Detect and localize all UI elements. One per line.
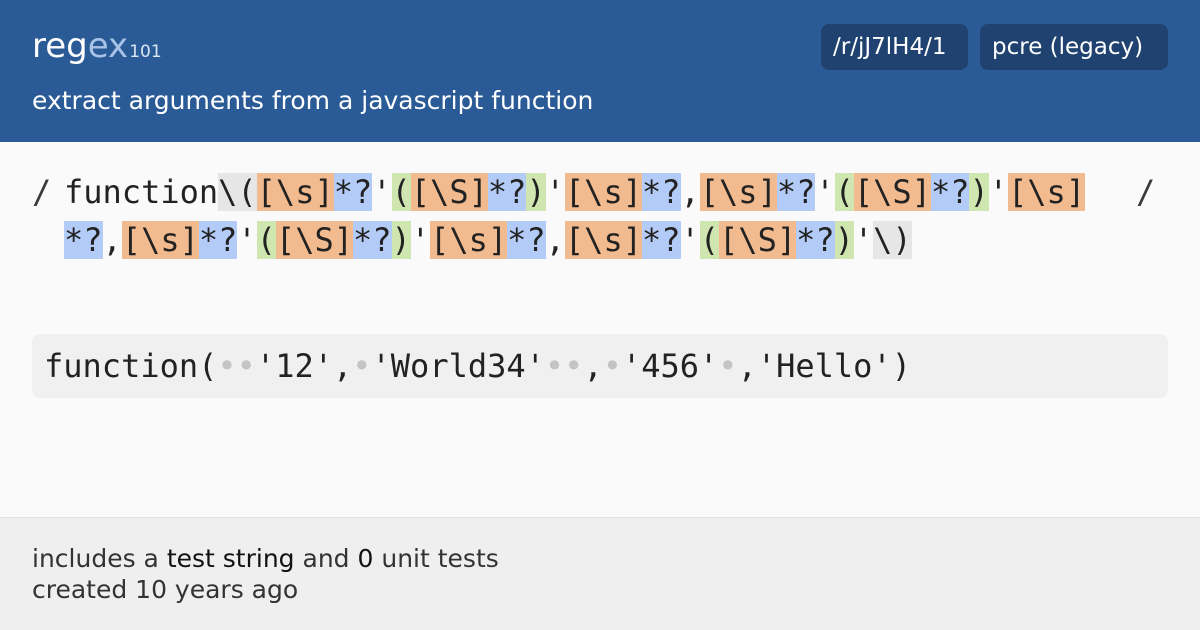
- footer-prefix: includes a: [32, 544, 167, 573]
- regex-description: extract arguments from a javascript func…: [32, 86, 594, 115]
- literal-token: ': [815, 173, 835, 211]
- literal-token: ': [680, 221, 700, 259]
- regex-delimiter-right: /: [1136, 173, 1156, 211]
- group-token: (: [834, 173, 854, 211]
- char-class-token: [\S]: [275, 221, 353, 259]
- test-string-text: '12',: [255, 347, 353, 385]
- literal-token: ,: [102, 221, 122, 259]
- literal-token: ': [988, 173, 1009, 211]
- char-class-token: [\s]: [564, 221, 642, 259]
- char-class-token: [\s]: [564, 173, 642, 211]
- flavor-badge[interactable]: pcre (legacy): [980, 24, 1168, 70]
- footer-mid: and: [294, 544, 358, 573]
- group-token: (: [256, 221, 276, 259]
- quantifier-token: *?: [641, 173, 681, 211]
- footer-summary: includes a test string and 0 unit tests: [32, 544, 499, 573]
- literal-token: ': [410, 221, 431, 259]
- test-string-text: ,: [583, 347, 603, 385]
- test-string-box: function(••'12',•'World34'••,•'456'•,'He…: [32, 334, 1168, 398]
- quantifier-token: *?: [198, 221, 238, 259]
- logo-part-101: 101: [129, 42, 162, 62]
- literal-token: ,: [680, 173, 700, 211]
- char-class-token: [\s]: [1008, 173, 1086, 211]
- quantifier-token: *?: [776, 173, 816, 211]
- escape-token: \): [873, 221, 912, 259]
- footer: includes a test string and 0 unit tests …: [0, 517, 1200, 630]
- group-token: ): [391, 221, 411, 259]
- literal-token: ': [545, 173, 565, 211]
- footer-created: created 10 years ago: [32, 575, 299, 604]
- char-class-token: [\s]: [430, 221, 508, 259]
- test-string-text: ,'Hello'): [737, 347, 911, 385]
- quantifier-token: *?: [487, 173, 527, 211]
- escape-token: \(: [218, 173, 257, 211]
- char-class-token: [\S]: [410, 173, 488, 211]
- header: regex101 extract arguments from a javasc…: [0, 0, 1200, 142]
- char-class-token: [\s]: [121, 221, 199, 259]
- literal-token: ,: [545, 221, 565, 259]
- quantifier-token: *?: [64, 221, 103, 259]
- whitespace-marker: •: [352, 347, 372, 385]
- group-token: (: [699, 221, 720, 259]
- footer-unit-test-count: 0: [357, 544, 374, 573]
- regex-pattern: function\([\s]*?'([\S]*?)'[\s]*?,[\s]*?'…: [64, 168, 1104, 264]
- permalink-badge[interactable]: /r/jJ7lH4/1: [821, 24, 968, 70]
- char-class-token: [\S]: [719, 221, 797, 259]
- literal-token: ': [237, 221, 257, 259]
- char-class-token: [\S]: [853, 173, 931, 211]
- test-string-text: '456': [621, 347, 719, 385]
- whitespace-marker: ••: [544, 347, 584, 385]
- quantifier-token: *?: [352, 221, 392, 259]
- footer-suffix: unit tests: [373, 544, 499, 573]
- regex-delimiter-left: /: [32, 173, 52, 211]
- literal-token: ': [372, 173, 392, 211]
- quantifier-token: *?: [641, 221, 681, 259]
- whitespace-marker: •: [602, 347, 622, 385]
- quantifier-token: *?: [507, 221, 546, 259]
- logo-part-reg: reg: [32, 26, 88, 66]
- group-token: (: [391, 173, 411, 211]
- quantifier-token: *?: [930, 173, 970, 211]
- quantifier-token: *?: [333, 173, 373, 211]
- literal-token: ': [853, 221, 874, 259]
- test-string-text: 'World34': [371, 347, 545, 385]
- group-token: ): [834, 221, 854, 259]
- quantifier-token: *?: [796, 221, 835, 259]
- regex101-logo[interactable]: regex101: [32, 26, 162, 66]
- whitespace-marker: ••: [217, 347, 256, 385]
- footer-test-string-label: test string: [166, 544, 295, 573]
- char-class-token: [\s]: [256, 173, 334, 211]
- char-class-token: [\s]: [699, 173, 777, 211]
- whitespace-marker: •: [718, 347, 738, 385]
- test-string: function(••'12',•'World34'••,•'456'•,'He…: [44, 334, 1168, 398]
- group-token: ): [526, 173, 546, 211]
- logo-part-ex: ex: [87, 26, 129, 66]
- test-string-text: function(: [44, 347, 218, 385]
- group-token: ): [969, 173, 989, 211]
- literal-token: function: [64, 173, 219, 211]
